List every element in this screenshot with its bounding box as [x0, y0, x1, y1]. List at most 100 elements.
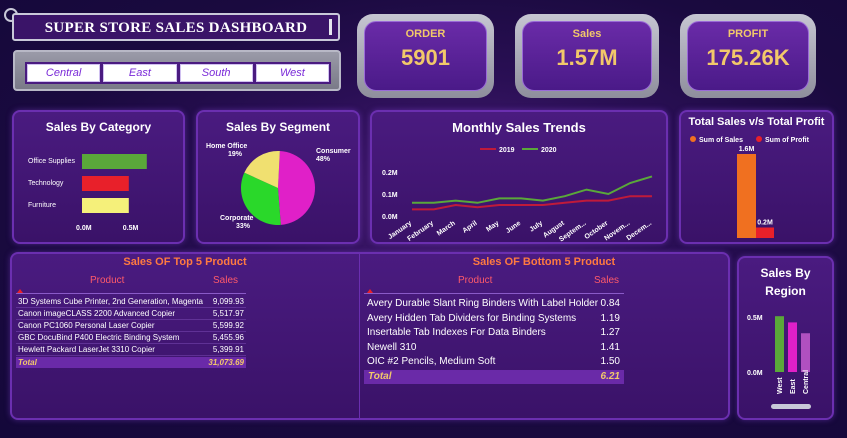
- table-row-product: Avery Hidden Tab Dividers for Binding Sy…: [367, 312, 577, 324]
- row-divider: [16, 307, 246, 308]
- table-row-sales: 0.84: [600, 298, 620, 309]
- category-bar[interactable]: [82, 176, 129, 191]
- kpi-card-profit: PROFIT 175.26K: [680, 14, 816, 98]
- segment-percent: 19%: [228, 151, 243, 158]
- y-tick-label: 0.1M: [382, 192, 398, 199]
- region-button-west[interactable]: West: [255, 64, 329, 82]
- y-tick-label: 0.0M: [747, 370, 763, 377]
- top5-col-sales: Sales: [213, 275, 239, 286]
- page-title: SUPER STORE SALES DASHBOARD: [44, 20, 308, 36]
- x-tick-label: June: [505, 220, 522, 235]
- sales-vs-profit-panel: Total Sales v/s Total Profit Sum of Sale…: [679, 110, 834, 244]
- bar-data-label: 1.6M: [739, 146, 755, 153]
- top5-total-value: 31,073.69: [208, 358, 244, 367]
- table-row-sales: 5,517.97: [212, 309, 244, 318]
- monthly-sales-trends-panel: Monthly Sales Trends 2019 2020 0.0M 0.1M 0.2…: [370, 110, 668, 244]
- pie-slice[interactable]: [278, 151, 315, 225]
- table-row-sales: 1.50: [600, 356, 620, 367]
- table-row-product: 3D Systems Cube Printer, 2nd Generation,…: [18, 297, 203, 306]
- title-scroll-handle[interactable]: [329, 19, 332, 35]
- x-tick-label: Decem...: [626, 220, 654, 242]
- chart-title: Sales By Category: [45, 120, 152, 134]
- bottom5-header-line: [364, 293, 624, 294]
- top5-title: Sales OF Top 5 Product: [123, 256, 247, 268]
- row-divider: [16, 319, 246, 320]
- dashboard-title-box: SUPER STORE SALES DASHBOARD: [12, 13, 340, 41]
- row-divider: [16, 355, 246, 356]
- bar-data-label: 0.2M: [757, 220, 773, 227]
- scrollbar[interactable]: [771, 404, 811, 409]
- segment-label: Corporate: [220, 215, 254, 222]
- category-label: Office Supplies: [28, 158, 75, 165]
- monthly-line-chart: 2019 20200.0M0.1M0.2MJanuaryFebruary March…: [382, 147, 654, 243]
- bottom5-total-value: 6.21: [600, 371, 620, 382]
- legend-label: 2019: [499, 147, 515, 154]
- x-tick-label: March: [436, 220, 457, 238]
- segment-percent: 33%: [236, 223, 251, 230]
- table-row-product: GBC DocuBind P400 Electric Binding Syste…: [18, 333, 180, 342]
- chart-title: Monthly Sales Trends: [452, 120, 586, 135]
- sales-profit-bar-chart: Sum of Sales Sum of Profit 1.6M 0.2M: [690, 136, 810, 239]
- row-divider: [16, 331, 246, 332]
- category-label: Furniture: [28, 202, 56, 209]
- table-row-sales: 5,599.92: [212, 321, 244, 330]
- chart-title: Total Sales v/s Total Profit: [688, 116, 825, 128]
- segment-label: Home Office: [206, 143, 247, 150]
- y-tick-label: 0.2M: [382, 170, 398, 177]
- kpi-value: 5901: [401, 45, 450, 70]
- x-tick-label: May: [485, 220, 500, 234]
- chart-title: Sales By Segment: [225, 120, 331, 134]
- region-bar[interactable]: [801, 333, 810, 372]
- category-bar-chart: Office Supplies Technology Furniture 0.0M 0.…: [28, 154, 147, 232]
- region-button-south[interactable]: South: [179, 64, 253, 82]
- table-row-sales: 5,399.91: [212, 345, 244, 354]
- table-row-product: Canon PC1060 Personal Laser Copier: [18, 321, 155, 330]
- x-tick-label: East: [790, 379, 797, 394]
- region-bar[interactable]: [788, 322, 797, 372]
- bottom5-col-sales: Sales: [594, 275, 620, 286]
- table-row-product: Canon imageCLASS 2200 Advanced Copier: [18, 309, 175, 318]
- bottom5-col-product: Product: [458, 275, 493, 286]
- bar-sales[interactable]: [737, 154, 756, 238]
- legend-label: Sum of Profit: [765, 137, 810, 144]
- sales-by-category-panel: Sales By Category Office Supplies Technol…: [12, 110, 185, 244]
- table-row-sales: 5,455.96: [212, 333, 244, 342]
- region-slicer: Central East South West: [13, 50, 341, 91]
- region-bar[interactable]: [775, 316, 784, 372]
- sales-by-region-panel: Sales By Region 0.5M 0.0M West East Central: [737, 256, 834, 420]
- legend-label: 2020: [541, 147, 557, 154]
- segment-label: Consumer: [316, 148, 351, 155]
- kpi-card-sales: Sales 1.57M: [515, 14, 659, 98]
- table-row-sales: 1.41: [600, 341, 620, 353]
- row-divider: [16, 343, 246, 344]
- table-row-product: Newell 310: [367, 341, 417, 353]
- kpi-value: 175.26K: [706, 45, 790, 70]
- top5-total-label: Total: [18, 358, 37, 367]
- bar-profit[interactable]: [756, 227, 774, 239]
- category-bar[interactable]: [82, 198, 129, 213]
- x-tick-label: West: [777, 377, 784, 394]
- x-tick-label: Central: [803, 370, 810, 394]
- kpi-label: PROFIT: [727, 28, 769, 40]
- x-tick-label: 0.0M: [76, 225, 92, 232]
- table-divider: [359, 254, 360, 418]
- segment-pie-chart: Consumer48% Corporate33% Home Office19%: [206, 143, 351, 230]
- table-row-product: Avery Durable Slant Ring Binders With La…: [367, 298, 599, 309]
- kpi-card-order: ORDER 5901: [357, 14, 494, 98]
- table-row-sales: 9,099.93: [212, 297, 244, 306]
- x-tick-label: April: [462, 220, 479, 235]
- sales-by-segment-panel: Sales By Segment Consumer 48% Corporate 33%…: [196, 110, 360, 244]
- segment-percent: 48%: [316, 156, 331, 163]
- table-row-product: OIC #2 Pencils, Medium Soft: [367, 356, 496, 367]
- region-button-central[interactable]: Central: [27, 64, 101, 82]
- series-line-2019[interactable]: [412, 195, 652, 211]
- top5-header-line: [16, 293, 246, 294]
- y-tick-label: 0.0M: [382, 214, 398, 221]
- region-button-east[interactable]: East: [103, 64, 177, 82]
- region-bar-chart: 0.5M 0.0M West East Central: [747, 315, 811, 409]
- table-row-sales: 1.27: [600, 327, 620, 338]
- table-row-sales: 1.19: [600, 312, 620, 324]
- table-row-product: Insertable Tab Indexes For Data Binders: [367, 327, 546, 338]
- chart-title: Sales By Region: [760, 266, 811, 298]
- category-bar[interactable]: [82, 154, 147, 169]
